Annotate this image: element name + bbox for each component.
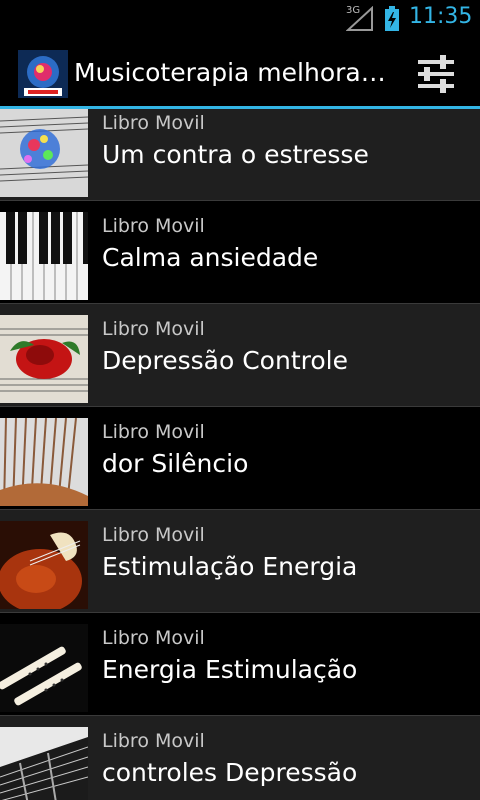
battery-icon: [385, 6, 399, 31]
list-item-title: Energia Estimulação: [102, 655, 358, 684]
list-item[interactable]: Libro Movil Energia Estimulação: [0, 613, 480, 715]
list-item-subtitle: Libro Movil: [102, 318, 205, 340]
piano-keys-thumb: [0, 212, 88, 300]
list-item-title: controles Depressão: [102, 758, 358, 787]
action-bar: Musicoterapia melhorar…: [0, 38, 480, 106]
list-item[interactable]: Libro Movil Calma ansiedade: [0, 201, 480, 303]
list-item[interactable]: Libro Movil Estimulação Energia: [0, 510, 480, 612]
status-bar: 3G 11:35: [0, 0, 480, 38]
app-logo-icon[interactable]: [18, 50, 68, 98]
list-item-subtitle: Libro Movil: [102, 421, 205, 443]
list-item-subtitle: Libro Movil: [102, 524, 205, 546]
app-title: Musicoterapia melhorar…: [74, 58, 394, 87]
list-item-title: Um contra o estresse: [102, 140, 369, 169]
settings-sliders-icon[interactable]: [412, 52, 460, 96]
list-item-subtitle: Libro Movil: [102, 627, 205, 649]
status-clock: 11:35: [409, 4, 473, 29]
list-item-title: dor Silêncio: [102, 449, 249, 478]
list-item[interactable]: Libro Movil Um contra o estresse: [0, 109, 480, 200]
recorder-flutes-thumb: [0, 624, 88, 712]
list-item-title: Estimulação Energia: [102, 552, 358, 581]
signal-icon: [346, 6, 373, 31]
list-item-subtitle: Libro Movil: [102, 730, 205, 752]
sheet-music-lights-thumb: [0, 109, 88, 197]
list-item-subtitle: Libro Movil: [102, 112, 205, 134]
guitar-thumb: [0, 727, 88, 800]
violin-thumb: [0, 521, 88, 609]
list-item[interactable]: Libro Movil dor Silêncio: [0, 407, 480, 509]
list-item-title: Calma ansiedade: [102, 243, 319, 272]
music-list: Libro Movil Um contra o estresse Libro M…: [0, 109, 480, 800]
rose-sheet-music-thumb: [0, 315, 88, 403]
harp-strings-thumb: [0, 418, 88, 506]
list-item-subtitle: Libro Movil: [102, 215, 205, 237]
list-item[interactable]: Libro Movil Depressão Controle: [0, 304, 480, 406]
list-item[interactable]: Libro Movil controles Depressão: [0, 716, 480, 800]
list-item-title: Depressão Controle: [102, 346, 348, 375]
